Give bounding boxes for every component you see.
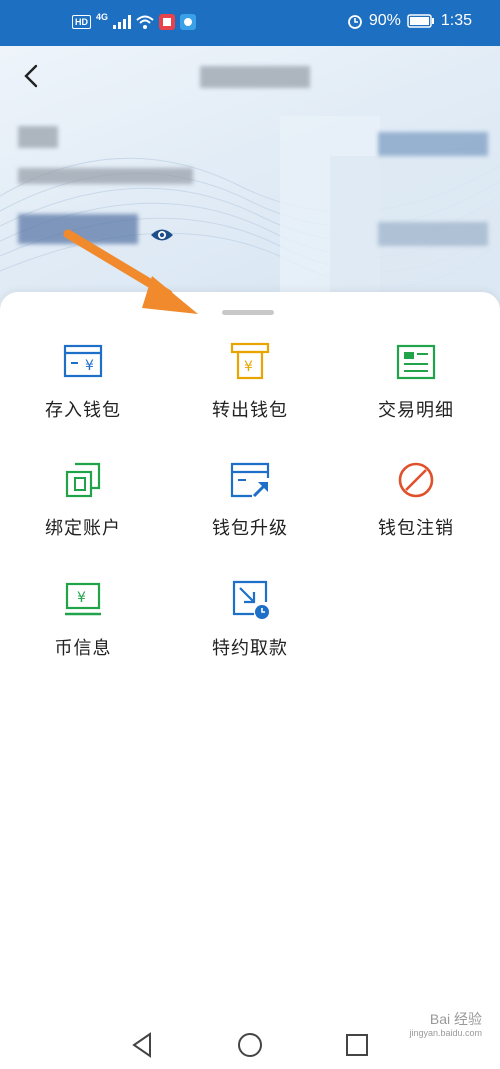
svg-text:¥: ¥ (85, 358, 94, 374)
coin-info-icon: ¥ (65, 582, 101, 616)
nav-back-icon[interactable] (128, 1030, 158, 1060)
menu-item-label: 特约取款 (212, 638, 288, 659)
menu-item-label: 钱包注销 (378, 518, 454, 539)
wallet-cancel-icon (398, 462, 434, 498)
watermark-text: Bai 经验 (429, 1011, 482, 1027)
watermark: Bai 经验 jingyan.baidu.com (409, 1012, 482, 1040)
nav-recents-icon[interactable] (342, 1030, 372, 1060)
svg-text:¥: ¥ (77, 590, 86, 606)
deposit-wallet-icon: ¥ (63, 344, 103, 378)
signal-icon (113, 15, 132, 29)
app-notification-icon (159, 14, 176, 30)
annotation-arrow-icon (63, 229, 198, 314)
bind-account-icon (65, 462, 101, 498)
bottom-sheet-menu: ¥ 存入钱包 ¥ 转出钱包 交易明细 绑定账户 钱包升级 钱包注销 ¥ 币信息 (0, 292, 500, 1022)
hd-badge: HD (72, 15, 91, 29)
status-left-icons: HD 4G (72, 12, 197, 30)
menu-item-label: 绑定账户 (45, 518, 121, 539)
withdraw-wallet-icon: ¥ (230, 342, 270, 380)
app-notification-icon-2 (180, 14, 197, 30)
back-icon[interactable] (18, 62, 46, 90)
alarm-icon (347, 15, 362, 29)
wifi-icon (136, 15, 154, 29)
watermark-sub: jingyan.baidu.com (409, 1028, 482, 1038)
menu-item-coin-info[interactable]: ¥ 币信息 (0, 578, 166, 678)
menu-item-deposit[interactable]: ¥ 存入钱包 (0, 340, 166, 440)
nav-home-icon[interactable] (235, 1030, 265, 1060)
network-type: 4G (96, 12, 109, 22)
status-bar: HD 4G 90% 1:35 (0, 0, 500, 46)
battery-icon (407, 14, 434, 28)
scheduled-withdraw-icon (232, 580, 269, 619)
blurred-right-info-2 (378, 222, 488, 246)
blurred-right-info-1 (378, 132, 488, 156)
battery-percent: 90% (368, 12, 401, 29)
blurred-account-number (18, 168, 193, 184)
menu-item-upgrade[interactable]: 钱包升级 (167, 458, 333, 558)
menu-item-cancel[interactable]: 钱包注销 (333, 458, 499, 558)
wallet-upgrade-icon (230, 462, 270, 498)
menu-item-label: 交易明细 (378, 400, 454, 421)
menu-item-withdraw[interactable]: ¥ 转出钱包 (167, 340, 333, 440)
menu-item-bind-account[interactable]: 绑定账户 (0, 458, 166, 558)
drag-handle[interactable] (222, 310, 274, 315)
svg-text:¥: ¥ (244, 359, 253, 375)
blurred-title (200, 66, 310, 88)
menu-item-label: 转出钱包 (212, 400, 288, 421)
menu-item-scheduled-withdraw[interactable]: 特约取款 (167, 578, 333, 678)
menu-item-transactions[interactable]: 交易明细 (333, 340, 499, 440)
menu-item-label: 存入钱包 (45, 400, 121, 421)
menu-item-label: 币信息 (54, 638, 112, 659)
clock: 1:35 (440, 12, 472, 29)
menu-item-label: 钱包升级 (212, 518, 288, 539)
status-right: 90% 1:35 (347, 12, 472, 30)
transaction-detail-icon (396, 344, 436, 380)
blurred-name (18, 126, 58, 148)
